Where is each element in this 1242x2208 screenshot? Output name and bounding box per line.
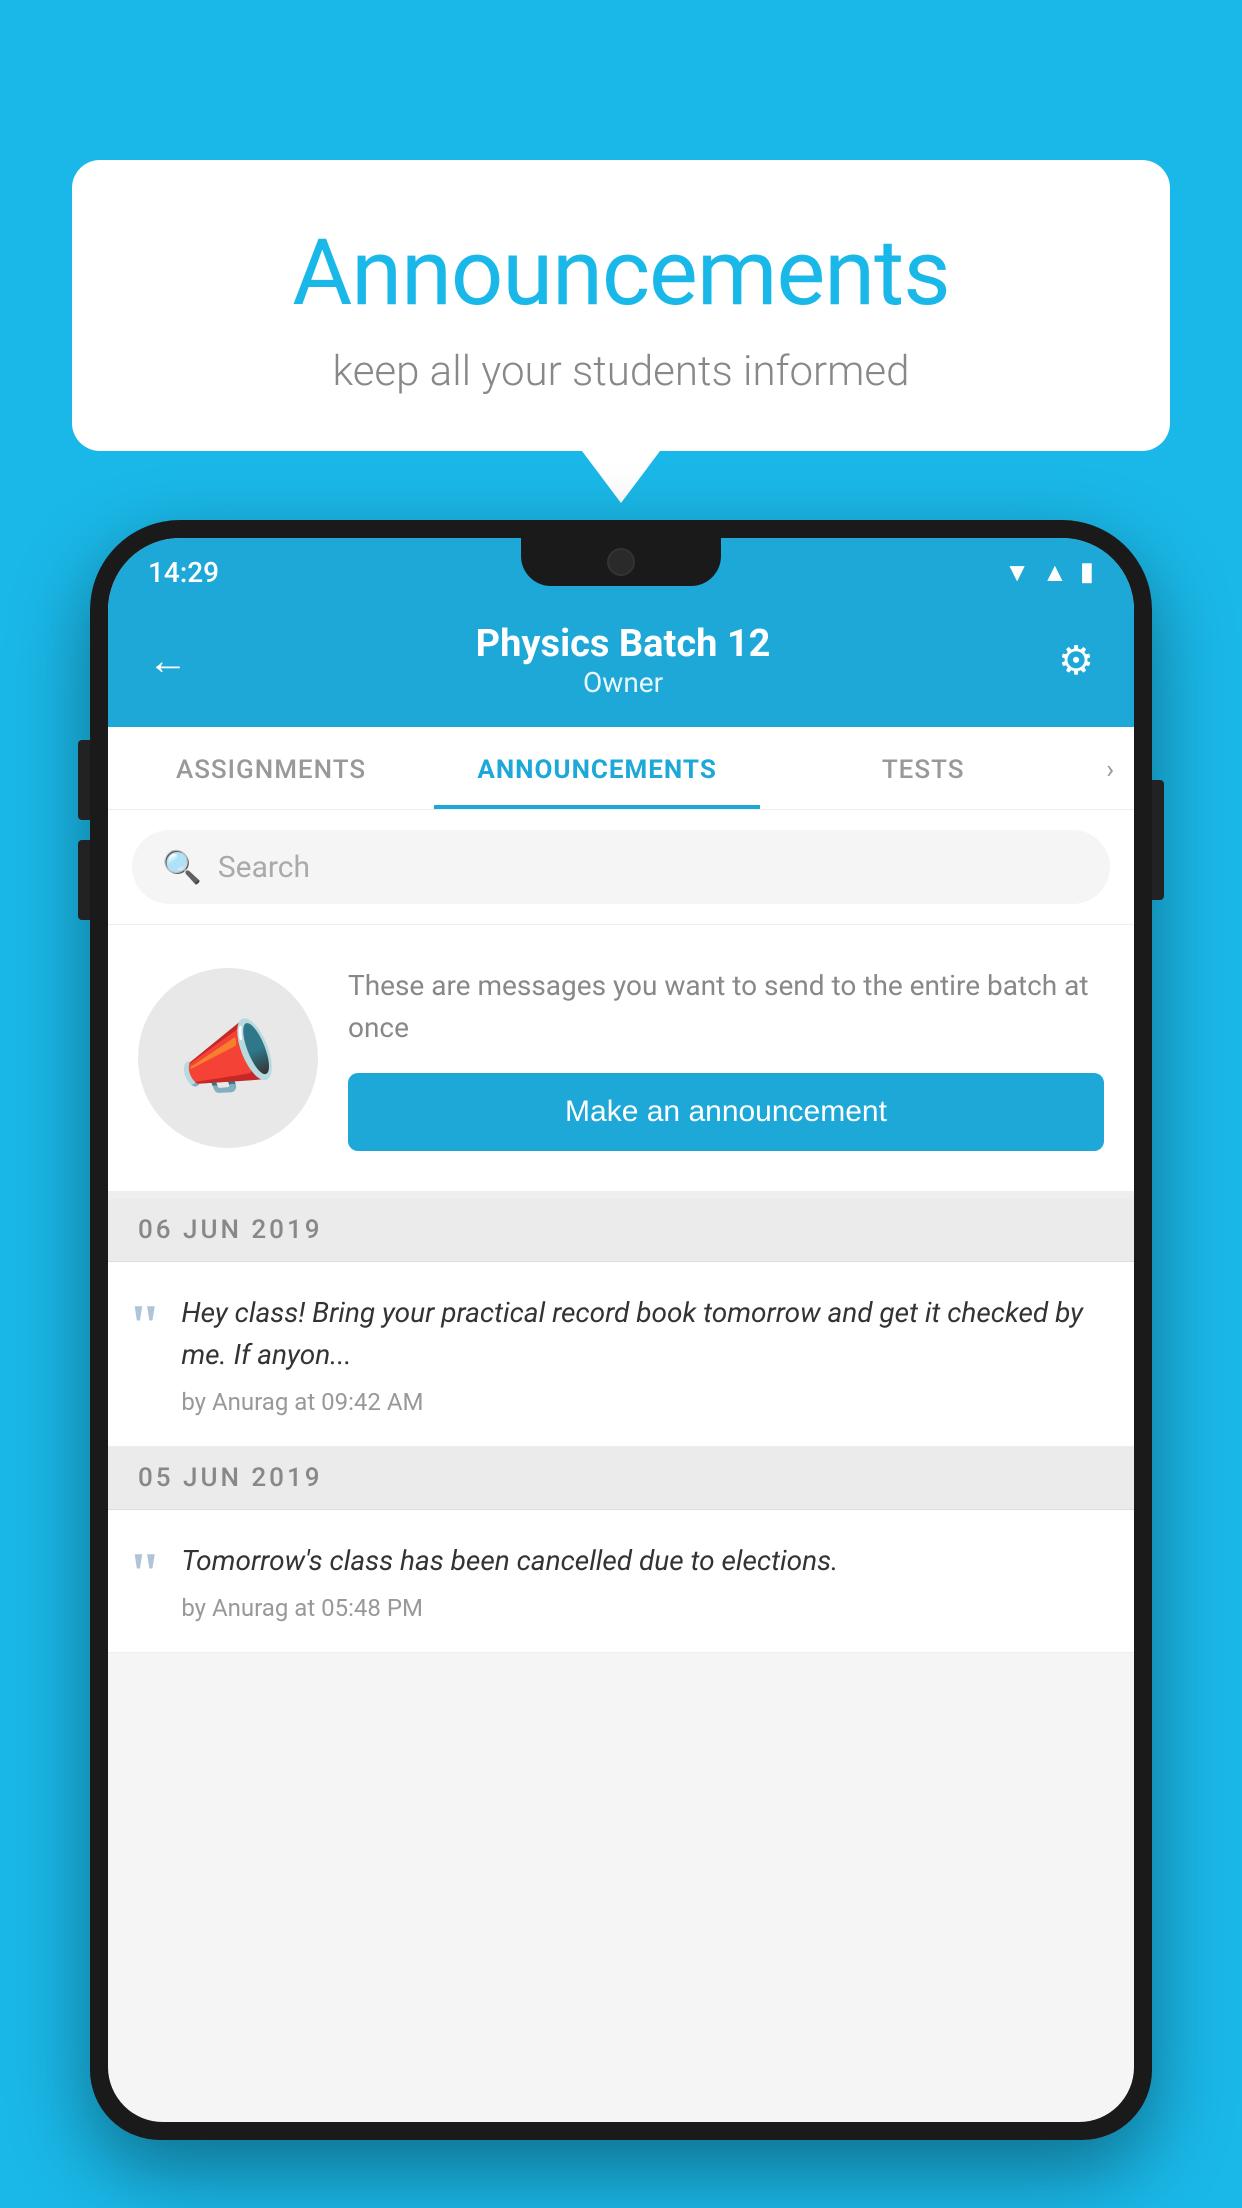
make-announcement-button[interactable]: Make an announcement bbox=[348, 1073, 1104, 1151]
wifi-icon: ▼ bbox=[1004, 557, 1030, 588]
announcement-content-2: Tomorrow's class has been cancelled due … bbox=[181, 1540, 1104, 1622]
header-center: Physics Batch 12 Owner bbox=[188, 622, 1058, 699]
phone-notch bbox=[521, 538, 721, 586]
tab-tests[interactable]: TESTS bbox=[760, 727, 1086, 809]
quote-icon-2: " bbox=[128, 1544, 161, 1604]
app-header: ← Physics Batch 12 Owner ⚙ bbox=[108, 598, 1134, 727]
status-icons: ▼ ▲ ▮ bbox=[1004, 557, 1094, 588]
phone-outer: 14:29 ▼ ▲ ▮ ← Physics Batch 12 Owner ⚙ A… bbox=[90, 520, 1152, 2140]
status-time: 14:29 bbox=[148, 556, 219, 589]
battery-icon: ▮ bbox=[1080, 557, 1094, 587]
tab-more-icon[interactable]: › bbox=[1086, 727, 1134, 809]
volume-down-button[interactable] bbox=[78, 840, 90, 920]
volume-up-button[interactable] bbox=[78, 740, 90, 820]
phone-screen: 14:29 ▼ ▲ ▮ ← Physics Batch 12 Owner ⚙ A… bbox=[108, 538, 1134, 2122]
search-placeholder: Search bbox=[218, 850, 310, 885]
settings-icon[interactable]: ⚙ bbox=[1058, 637, 1094, 684]
tab-assignments[interactable]: ASSIGNMENTS bbox=[108, 727, 434, 809]
phone-mockup: 14:29 ▼ ▲ ▮ ← Physics Batch 12 Owner ⚙ A… bbox=[90, 520, 1152, 2208]
promo-content: These are messages you want to send to t… bbox=[348, 965, 1104, 1151]
speech-bubble-container: Announcements keep all your students inf… bbox=[72, 160, 1170, 451]
speech-bubble: Announcements keep all your students inf… bbox=[72, 160, 1170, 451]
date-separator-1: 06 JUN 2019 bbox=[108, 1199, 1134, 1262]
date-separator-2: 05 JUN 2019 bbox=[108, 1447, 1134, 1510]
header-subtitle: Owner bbox=[188, 666, 1058, 699]
announcement-item-2: " Tomorrow's class has been cancelled du… bbox=[108, 1510, 1134, 1653]
megaphone-icon: 📣 bbox=[178, 1011, 278, 1105]
header-title: Physics Batch 12 bbox=[188, 622, 1058, 666]
tab-announcements[interactable]: ANNOUNCEMENTS bbox=[434, 727, 760, 809]
signal-icon: ▲ bbox=[1042, 557, 1068, 588]
search-container: 🔍 Search bbox=[108, 810, 1134, 925]
power-button[interactable] bbox=[1152, 780, 1164, 900]
tab-bar: ASSIGNMENTS ANNOUNCEMENTS TESTS › bbox=[108, 727, 1134, 810]
phone-camera bbox=[607, 548, 635, 576]
back-button[interactable]: ← bbox=[148, 637, 188, 684]
promo-description: These are messages you want to send to t… bbox=[348, 965, 1104, 1049]
search-icon: 🔍 bbox=[162, 848, 202, 886]
announcement-meta-2: by Anurag at 05:48 PM bbox=[181, 1594, 1104, 1622]
search-bar[interactable]: 🔍 Search bbox=[132, 830, 1110, 904]
announcement-item-1: " Hey class! Bring your practical record… bbox=[108, 1262, 1134, 1447]
megaphone-icon-circle: 📣 bbox=[138, 968, 318, 1148]
bubble-subtitle: keep all your students informed bbox=[132, 347, 1110, 396]
promo-section: 📣 These are messages you want to send to… bbox=[108, 925, 1134, 1199]
quote-icon-1: " bbox=[128, 1296, 161, 1356]
announcement-text-2: Tomorrow's class has been cancelled due … bbox=[181, 1540, 1104, 1582]
announcement-content-1: Hey class! Bring your practical record b… bbox=[181, 1292, 1104, 1416]
announcement-text-1: Hey class! Bring your practical record b… bbox=[181, 1292, 1104, 1376]
bubble-title: Announcements bbox=[132, 220, 1110, 327]
announcement-meta-1: by Anurag at 09:42 AM bbox=[181, 1388, 1104, 1416]
